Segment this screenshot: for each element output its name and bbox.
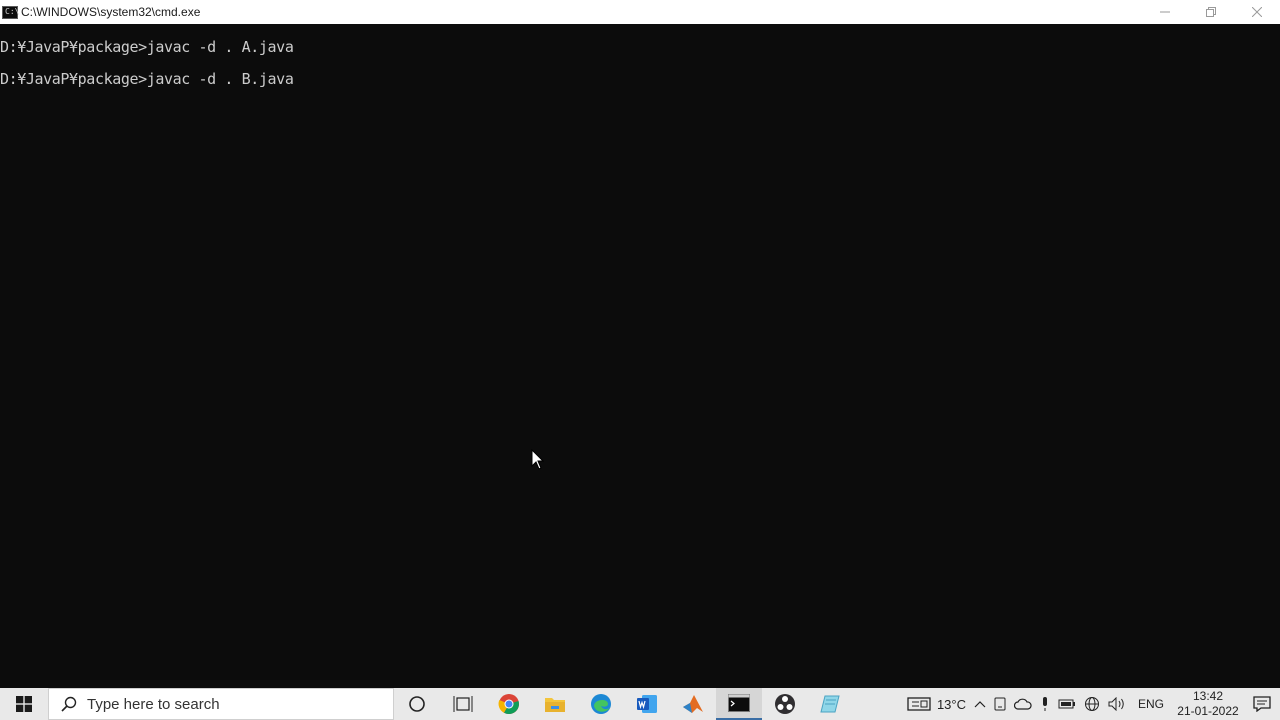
- restore-button[interactable]: [1188, 0, 1234, 24]
- taskbar-clock[interactable]: 13:42 21-01-2022: [1172, 689, 1244, 719]
- search-icon: [61, 696, 77, 712]
- battery-icon: [1058, 699, 1075, 709]
- minimize-icon: [1160, 11, 1170, 13]
- cmd-taskbar-button[interactable]: [716, 688, 762, 720]
- search-input[interactable]: [87, 695, 377, 713]
- globe-icon: [1084, 697, 1099, 711]
- tray-device-button[interactable]: [990, 688, 1010, 720]
- clock-time: 13:42: [1192, 689, 1224, 703]
- mouse-pointer-icon: [531, 449, 545, 470]
- onedrive-button[interactable]: [1010, 688, 1036, 720]
- obs-button[interactable]: [762, 688, 808, 720]
- task-view-icon: [453, 696, 473, 712]
- console-line: D:¥JavaP¥package>javac -d . A.java: [0, 38, 294, 56]
- close-button[interactable]: [1234, 0, 1280, 24]
- weather-temperature: 13°C: [936, 696, 966, 712]
- word-icon: [637, 695, 657, 713]
- file-explorer-icon: [545, 698, 565, 712]
- close-icon: [1252, 7, 1262, 17]
- minimize-button[interactable]: [1142, 0, 1188, 24]
- weather-icon: [907, 697, 931, 711]
- window-titlebar[interactable]: C:\ C:\WINDOWS\system32\cmd.exe: [0, 0, 1280, 24]
- speaker-icon: [1108, 697, 1124, 711]
- console-area[interactable]: D:¥JavaP¥package>javac -d . A.java D:¥Ja…: [0, 24, 1280, 688]
- chevron-up-icon: [974, 701, 986, 708]
- microphone-button[interactable]: [1036, 688, 1054, 720]
- file-explorer-button[interactable]: [532, 688, 578, 720]
- cmd-app-icon-text: C:\: [5, 6, 20, 16]
- restore-icon: [1206, 7, 1216, 17]
- battery-button[interactable]: [1054, 688, 1080, 720]
- weather-widget[interactable]: 13°C: [903, 688, 970, 720]
- edge-icon: [591, 694, 611, 714]
- obs-icon: [775, 694, 795, 714]
- taskbar-search-box[interactable]: [48, 688, 394, 720]
- chrome-button[interactable]: [486, 688, 532, 720]
- notification-icon: [1253, 696, 1271, 712]
- device-icon: [994, 697, 1006, 711]
- chrome-icon: [498, 694, 519, 715]
- matlab-icon: [683, 695, 703, 713]
- edge-button[interactable]: [578, 688, 624, 720]
- cortana-button[interactable]: [394, 688, 440, 720]
- window-controls: [1142, 0, 1280, 24]
- volume-button[interactable]: [1104, 688, 1130, 720]
- language-label: ENG: [1137, 697, 1164, 711]
- cmd-app-icon[interactable]: C:\: [2, 5, 20, 19]
- task-view-button[interactable]: [440, 688, 486, 720]
- notepad-icon: [820, 695, 840, 713]
- matlab-button[interactable]: [670, 688, 716, 720]
- language-indicator[interactable]: ENG: [1130, 688, 1172, 720]
- system-tray: 13°C ENG 13:42 21-01-2022: [903, 688, 1280, 720]
- cmd-icon: [728, 694, 750, 712]
- windows-logo-icon: [16, 696, 32, 712]
- microphone-icon: [1042, 697, 1047, 711]
- network-button[interactable]: [1080, 688, 1104, 720]
- word-button[interactable]: [624, 688, 670, 720]
- action-center-button[interactable]: [1244, 688, 1280, 720]
- cloud-icon: [1013, 698, 1032, 710]
- console-line: D:¥JavaP¥package>javac -d . B.java: [0, 70, 294, 88]
- notepad-button[interactable]: [808, 688, 854, 720]
- show-hidden-icons-button[interactable]: [970, 688, 990, 720]
- window-title: C:\WINDOWS\system32\cmd.exe: [21, 5, 201, 19]
- taskbar: 13°C ENG 13:42 21-01-2022: [0, 688, 1280, 720]
- cortana-icon: [409, 696, 425, 712]
- clock-date: 21-01-2022: [1177, 704, 1239, 718]
- start-button[interactable]: [0, 688, 48, 720]
